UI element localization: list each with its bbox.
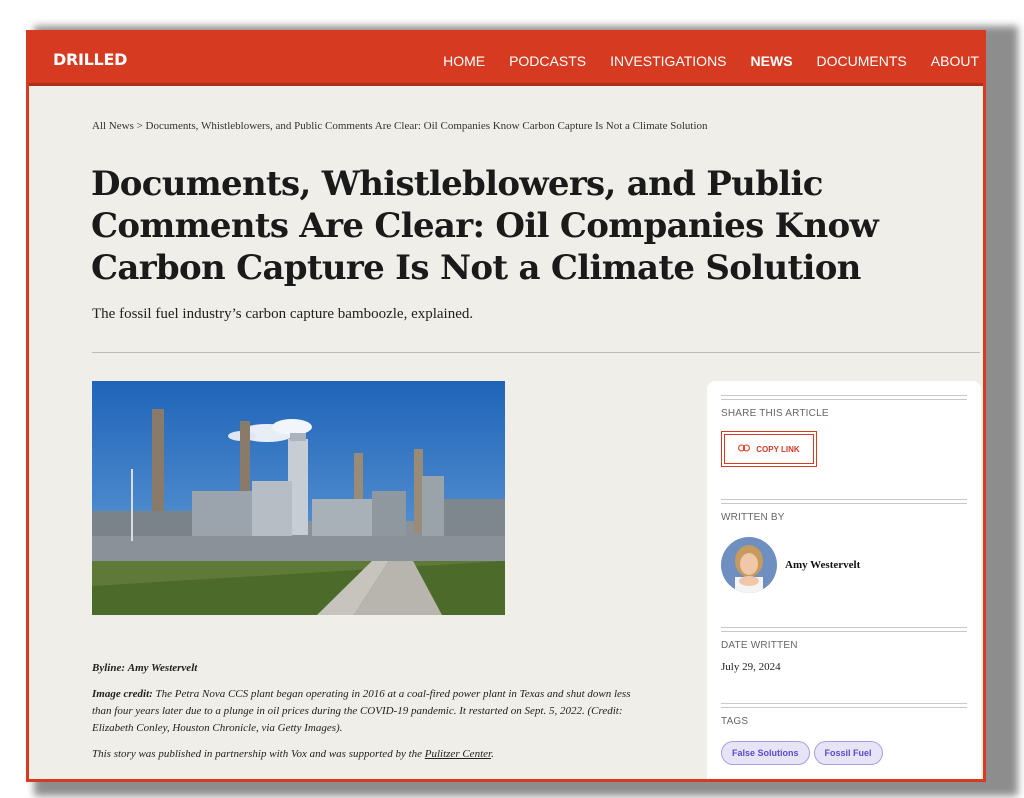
article-sidebar: SHARE THIS ARTICLE COPY LINK WRITTEN BY xyxy=(707,381,981,779)
tags-section: TAGS False Solutions Fossil Fuel xyxy=(721,703,967,765)
hero-image xyxy=(92,381,505,615)
article-title: Documents, Whistleblowers, and Public Co… xyxy=(91,164,879,288)
section-rule xyxy=(721,703,967,708)
copy-link-label: COPY LINK xyxy=(756,444,800,454)
site-header: DRILLED HOME PODCASTS INVESTIGATIONS NEW… xyxy=(29,30,983,86)
tags-label: TAGS xyxy=(721,716,749,727)
byline: Byline: Amy Westervelt xyxy=(92,660,652,677)
share-label: SHARE THIS ARTICLE xyxy=(721,408,829,419)
tag-fossil-fuel[interactable]: Fossil Fuel xyxy=(813,741,883,765)
author-section: WRITTEN BY Amy Westervelt xyxy=(721,499,967,593)
nav-home[interactable]: HOME xyxy=(443,53,485,69)
avatar xyxy=(721,537,777,593)
author-name[interactable]: Amy Westervelt xyxy=(785,559,860,571)
pulitzer-center-link[interactable]: Pulitzer Center xyxy=(425,748,491,760)
share-section: SHARE THIS ARTICLE COPY LINK xyxy=(721,395,967,467)
main-nav: HOME PODCASTS INVESTIGATIONS NEWS DOCUME… xyxy=(443,53,979,69)
browser-page: DRILLED HOME PODCASTS INVESTIGATIONS NEW… xyxy=(26,30,986,782)
section-rule xyxy=(721,499,967,504)
partnership-note: This story was published in partnership … xyxy=(92,746,652,763)
copy-link-button[interactable]: COPY LINK xyxy=(721,431,817,467)
nav-about[interactable]: ABOUT xyxy=(931,53,979,69)
nav-investigations[interactable]: INVESTIGATIONS xyxy=(610,53,726,69)
byline-label: Byline: xyxy=(92,662,125,674)
tag-list: False Solutions Fossil Fuel xyxy=(721,741,883,765)
section-rule xyxy=(721,627,967,632)
byline-value: Amy Westervelt xyxy=(127,662,198,674)
image-credit-text: The Petra Nova CCS plant began operating… xyxy=(92,688,631,734)
image-credit-label: Image credit: xyxy=(92,688,153,700)
image-credit: Image credit: The Petra Nova CCS plant b… xyxy=(92,686,652,737)
nav-news[interactable]: NEWS xyxy=(751,53,793,69)
nav-documents[interactable]: DOCUMENTS xyxy=(817,53,907,69)
tag-false-solutions[interactable]: False Solutions xyxy=(721,741,810,765)
site-logo[interactable]: DRILLED xyxy=(53,50,127,69)
date-value: July 29, 2024 xyxy=(721,661,781,673)
date-section: DATE WRITTEN July 29, 2024 xyxy=(721,627,967,673)
divider xyxy=(92,352,980,353)
nav-podcasts[interactable]: PODCASTS xyxy=(509,53,586,69)
date-label: DATE WRITTEN xyxy=(721,640,798,651)
partnership-text: This story was published in partnership … xyxy=(92,748,423,760)
article-subtitle: The fossil fuel industry’s carbon captur… xyxy=(92,306,474,322)
partnership-end: . xyxy=(491,748,494,760)
section-rule xyxy=(721,395,967,400)
breadcrumb[interactable]: All News > Documents, Whistleblowers, an… xyxy=(92,120,708,132)
link-icon xyxy=(738,444,751,454)
written-by-label: WRITTEN BY xyxy=(721,512,785,523)
author[interactable]: Amy Westervelt xyxy=(721,537,860,593)
article-body: Byline: Amy Westervelt Image credit: The… xyxy=(92,660,652,772)
